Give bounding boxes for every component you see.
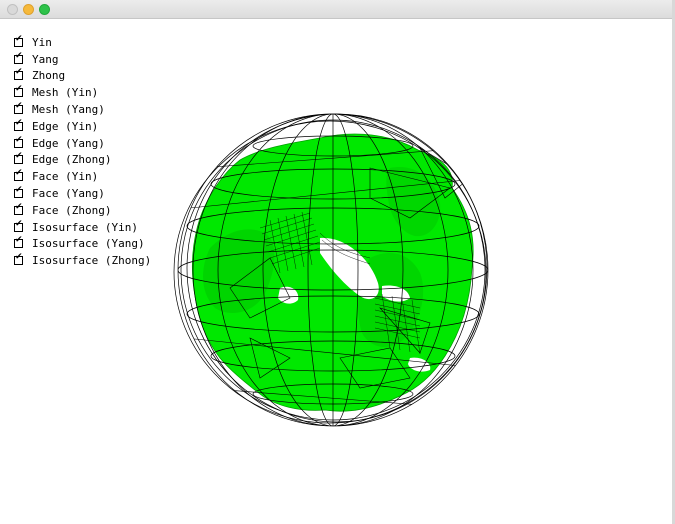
checkmark-icon: ✔: [15, 50, 23, 61]
checkmark-icon: ✔: [15, 101, 23, 112]
checkbox-edge-zhong[interactable]: ✔: [14, 151, 23, 165]
checkbox-face-zhong[interactable]: ✔: [14, 201, 23, 215]
toggle-label: Yin: [32, 35, 52, 49]
app-window: ✔ Yin ✔ Yang ✔ Zhong ✔ Mesh (Yin) ✔ Mesh…: [0, 0, 675, 524]
checkbox-face-yang[interactable]: ✔: [14, 185, 23, 199]
toggle-isosurface-zhong[interactable]: ✔ Isosurface (Zhong): [14, 252, 151, 269]
zoom-window-icon[interactable]: [39, 4, 50, 15]
toggle-yang[interactable]: ✔ Yang: [14, 51, 151, 68]
toggle-label: Mesh (Yang): [32, 103, 105, 117]
checkbox-edge-yin[interactable]: ✔: [14, 117, 23, 131]
checkbox-yang[interactable]: ✔: [14, 50, 23, 64]
toggle-label: Edge (Yin): [32, 119, 99, 133]
toggle-label: Face (Yin): [32, 170, 99, 184]
checkbox-isosurface-yin[interactable]: ✔: [14, 218, 23, 232]
visibility-toggle-list: ✔ Yin ✔ Yang ✔ Zhong ✔ Mesh (Yin) ✔ Mesh…: [14, 34, 151, 269]
toggle-label: Face (Yang): [32, 187, 105, 201]
toggle-label: Yang: [32, 52, 59, 66]
toggle-isosurface-yin[interactable]: ✔ Isosurface (Yin): [14, 219, 151, 236]
checkmark-icon: ✔: [15, 84, 23, 95]
toggle-zhong[interactable]: ✔ Zhong: [14, 68, 151, 85]
toggle-mesh-yin[interactable]: ✔ Mesh (Yin): [14, 84, 151, 101]
toggle-label: Edge (Yang): [32, 136, 105, 150]
checkmark-icon: ✔: [15, 252, 23, 263]
checkmark-icon: ✔: [15, 67, 23, 78]
toggle-edge-zhong[interactable]: ✔ Edge (Zhong): [14, 152, 151, 169]
toggle-yin[interactable]: ✔ Yin: [14, 34, 151, 51]
toggle-label: Isosurface (Zhong): [32, 254, 152, 268]
toggle-edge-yin[interactable]: ✔ Edge (Yin): [14, 118, 151, 135]
title-bar[interactable]: [0, 0, 675, 19]
toggle-label: Isosurface (Yang): [32, 237, 145, 251]
checkmark-icon: ✔: [15, 218, 23, 229]
checkmark-icon: ✔: [15, 168, 23, 179]
toggle-isosurface-yang[interactable]: ✔ Isosurface (Yang): [14, 236, 151, 253]
checkbox-isosurface-zhong[interactable]: ✔: [14, 252, 23, 266]
close-window-icon[interactable]: [7, 4, 18, 15]
checkbox-edge-yang[interactable]: ✔: [14, 134, 23, 148]
checkmark-icon: ✔: [15, 235, 23, 246]
checkmark-icon: ✔: [15, 33, 23, 44]
checkmark-icon: ✔: [15, 201, 23, 212]
toggle-face-zhong[interactable]: ✔ Face (Zhong): [14, 202, 151, 219]
toggle-label: Edge (Zhong): [32, 153, 112, 167]
checkbox-mesh-yang[interactable]: ✔: [14, 101, 23, 115]
checkbox-zhong[interactable]: ✔: [14, 67, 23, 81]
toggle-face-yin[interactable]: ✔ Face (Yin): [14, 168, 151, 185]
checkmark-icon: ✔: [15, 117, 23, 128]
checkmark-icon: ✔: [15, 134, 23, 145]
checkbox-mesh-yin[interactable]: ✔: [14, 84, 23, 98]
3d-viewport[interactable]: [170, 108, 506, 442]
yin-yang-grid-render: [173, 113, 489, 427]
toggle-label: Zhong: [32, 69, 66, 83]
toggle-label: Isosurface (Yin): [32, 220, 138, 234]
minimize-window-icon[interactable]: [23, 4, 34, 15]
toggle-mesh-yang[interactable]: ✔ Mesh (Yang): [14, 101, 151, 118]
toggle-edge-yang[interactable]: ✔ Edge (Yang): [14, 135, 151, 152]
toggle-label: Mesh (Yin): [32, 86, 99, 100]
checkbox-face-yin[interactable]: ✔: [14, 168, 23, 182]
checkbox-isosurface-yang[interactable]: ✔: [14, 235, 23, 249]
checkmark-icon: ✔: [15, 185, 23, 196]
checkbox-yin[interactable]: ✔: [14, 33, 23, 47]
toggle-label: Face (Zhong): [32, 203, 112, 217]
toggle-face-yang[interactable]: ✔ Face (Yang): [14, 185, 151, 202]
checkmark-icon: ✔: [15, 151, 23, 162]
